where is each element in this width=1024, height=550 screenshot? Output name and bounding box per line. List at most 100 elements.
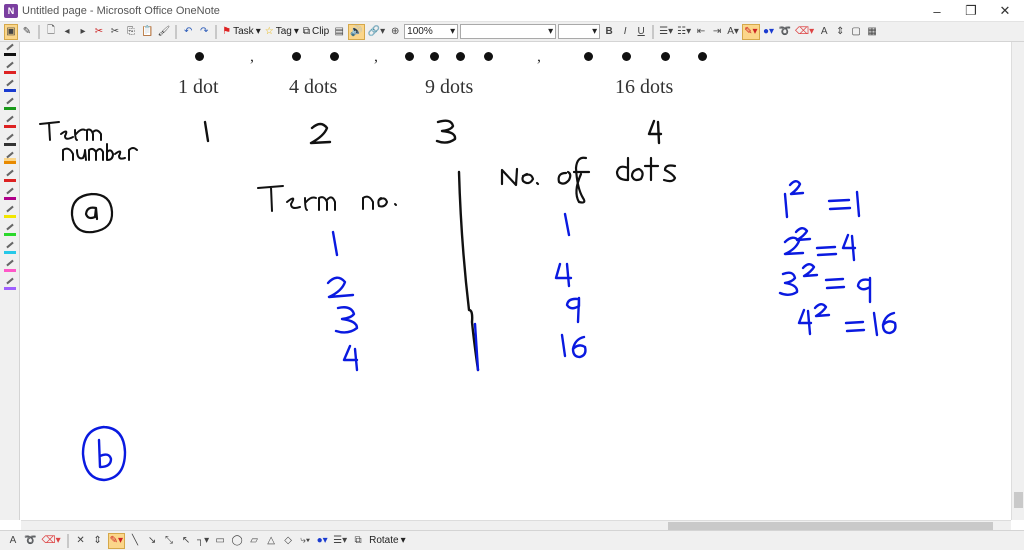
lasso-icon[interactable]: ➰ <box>23 533 37 549</box>
ink-term-number-label <box>39 121 138 161</box>
link-icon[interactable]: 🔗▾ <box>367 24 386 40</box>
font-color-icon[interactable]: A▾ <box>726 24 740 40</box>
back-icon[interactable]: ◂ <box>60 24 74 40</box>
axis-tool-icon[interactable]: ┐▾ <box>196 533 210 549</box>
redo-icon[interactable]: ↷ <box>197 24 211 40</box>
ink-to-text-icon[interactable]: A <box>817 24 831 40</box>
insert-space-icon[interactable]: ⇕ <box>833 24 847 40</box>
ink-squares-list <box>778 180 897 337</box>
green-highlighter-icon[interactable] <box>4 230 16 236</box>
green-pen-icon[interactable] <box>4 104 16 110</box>
rectangle-tool-icon[interactable]: ▭ <box>213 533 227 549</box>
double-arrow-tool-icon[interactable]: ⤡ <box>162 533 176 549</box>
style-select[interactable]: ▾ <box>460 24 557 39</box>
clip-button[interactable]: ⧉ Clip <box>302 24 330 40</box>
purple-highlighter-icon[interactable] <box>4 284 16 290</box>
more-icon[interactable]: ▦ <box>865 24 879 40</box>
red-pen-icon[interactable] <box>4 122 16 128</box>
vertical-scrollbar[interactable] <box>1011 42 1024 520</box>
new-page-icon[interactable]: 🗋 <box>44 24 58 40</box>
zoom-icon[interactable]: ⊕ <box>388 24 402 40</box>
bold-button[interactable]: B <box>602 24 616 40</box>
italic-button[interactable]: I <box>618 24 632 40</box>
horizontal-scrollbar[interactable] <box>21 520 1011 530</box>
tag-button[interactable]: ☆ Tag ▾ <box>264 24 300 40</box>
more-shapes-icon[interactable]: ⤷▾ <box>298 533 312 549</box>
red-pen-icon[interactable] <box>4 68 16 74</box>
shape-color-icon[interactable]: ●▾ <box>315 533 329 549</box>
arrow-tool-icon[interactable]: ↘ <box>145 533 159 549</box>
pen-color-icon[interactable]: ✎▾ <box>742 23 760 40</box>
eraser-icon[interactable]: ⌫▾ <box>794 24 815 40</box>
format-painter-icon[interactable]: 🖌 <box>156 24 171 40</box>
onenote-app-icon[interactable]: N <box>4 3 18 18</box>
line-tool-icon[interactable]: ╲ <box>128 533 142 549</box>
clip-label: Clip <box>311 26 330 37</box>
clip-icon: ⧉ <box>302 26 310 37</box>
lasso-icon[interactable]: ➰ <box>778 24 792 40</box>
ink-part-a <box>70 192 114 234</box>
zoom-select[interactable]: 100% ▾ <box>404 24 459 39</box>
connector-tool-icon[interactable]: ↖ <box>179 533 193 549</box>
pen-tool-icon[interactable]: ✎▾ <box>107 532 126 549</box>
black-pen-icon[interactable] <box>4 50 16 56</box>
ellipse-tool-icon[interactable]: ◯ <box>230 533 244 549</box>
line-weight-icon[interactable]: ☰▾ <box>332 533 348 549</box>
horizontal-scroll-thumb[interactable] <box>668 522 993 530</box>
cut-icon[interactable]: ✂ <box>108 24 122 40</box>
underline-button[interactable]: U <box>634 24 648 40</box>
vertical-scroll-thumb[interactable] <box>1014 492 1023 508</box>
outdent-icon[interactable]: ⇤ <box>694 24 708 40</box>
restore-button[interactable]: ❐ <box>954 0 988 22</box>
window-title: Untitled page - Microsoft Office OneNote <box>22 4 220 17</box>
rotate-button[interactable]: Rotate ▾ <box>368 533 407 549</box>
blue-pen-icon[interactable] <box>4 86 16 92</box>
orange-pen-icon[interactable] <box>4 158 16 164</box>
minimize-button[interactable]: – <box>920 0 954 22</box>
ink-table-dots-column <box>554 212 587 359</box>
page-template-icon[interactable]: ▢ <box>849 24 863 40</box>
task-button[interactable]: ⚑ Task ▾ <box>221 24 262 40</box>
bullets-icon[interactable]: ☰▾ <box>658 24 674 40</box>
flag-icon: ⚑ <box>222 26 232 37</box>
parallelogram-tool-icon[interactable]: ▱ <box>247 533 261 549</box>
ink-term-no-header <box>257 185 397 212</box>
close-button[interactable]: ✕ <box>988 0 1022 22</box>
dark-pen-icon[interactable] <box>4 140 16 146</box>
arrange-icon[interactable]: ⧉ <box>351 533 365 549</box>
numbering-icon[interactable]: ☷▾ <box>676 24 692 40</box>
toolbar-divider <box>652 24 655 39</box>
red-pen-icon[interactable] <box>4 176 16 182</box>
pink-highlighter-icon[interactable] <box>4 266 16 272</box>
page-view-icon[interactable]: ▣ <box>4 23 18 40</box>
fill-color-icon[interactable]: ●▾ <box>762 24 776 40</box>
eraser-icon[interactable]: ⌫▾ <box>40 533 61 549</box>
pen-mode-icon[interactable]: ✎ <box>20 24 34 40</box>
forward-icon[interactable]: ▸ <box>76 24 90 40</box>
star-icon: ☆ <box>264 26 274 37</box>
select-icon[interactable]: ✕ <box>74 533 88 549</box>
audio-icon[interactable]: 🔊 <box>348 23 365 40</box>
font-size-select[interactable]: ▾ <box>558 24 601 39</box>
task-label: Task <box>233 26 254 37</box>
ink-to-text-icon[interactable]: A <box>6 533 20 549</box>
insert-space-icon[interactable]: ⇕ <box>91 533 105 549</box>
view-icon[interactable]: ▤ <box>332 24 346 40</box>
undo-icon[interactable]: ↶ <box>181 24 195 40</box>
tag-label: Tag <box>275 26 292 37</box>
diamond-tool-icon[interactable]: ◇ <box>281 533 295 549</box>
paste-icon[interactable]: 📋 <box>140 24 154 40</box>
copy-icon[interactable]: ⎘ <box>124 24 138 40</box>
note-page-canvas[interactable]: , , , 1 dot 4 dots 9 dots 16 dots <box>21 42 1011 520</box>
toolbar-divider <box>215 24 218 39</box>
zoom-value: 100% <box>407 26 433 37</box>
indent-icon[interactable]: ⇥ <box>710 24 724 40</box>
magenta-pen-icon[interactable] <box>4 194 16 200</box>
toolbar-divider <box>38 24 40 39</box>
yellow-highlighter-icon[interactable] <box>4 212 16 218</box>
triangle-tool-icon[interactable]: △ <box>264 533 278 549</box>
ink-divider-extension <box>473 322 480 372</box>
delete-icon[interactable]: ✂ <box>92 24 106 40</box>
cyan-highlighter-icon[interactable] <box>4 248 16 254</box>
toolbar-divider <box>66 533 69 548</box>
